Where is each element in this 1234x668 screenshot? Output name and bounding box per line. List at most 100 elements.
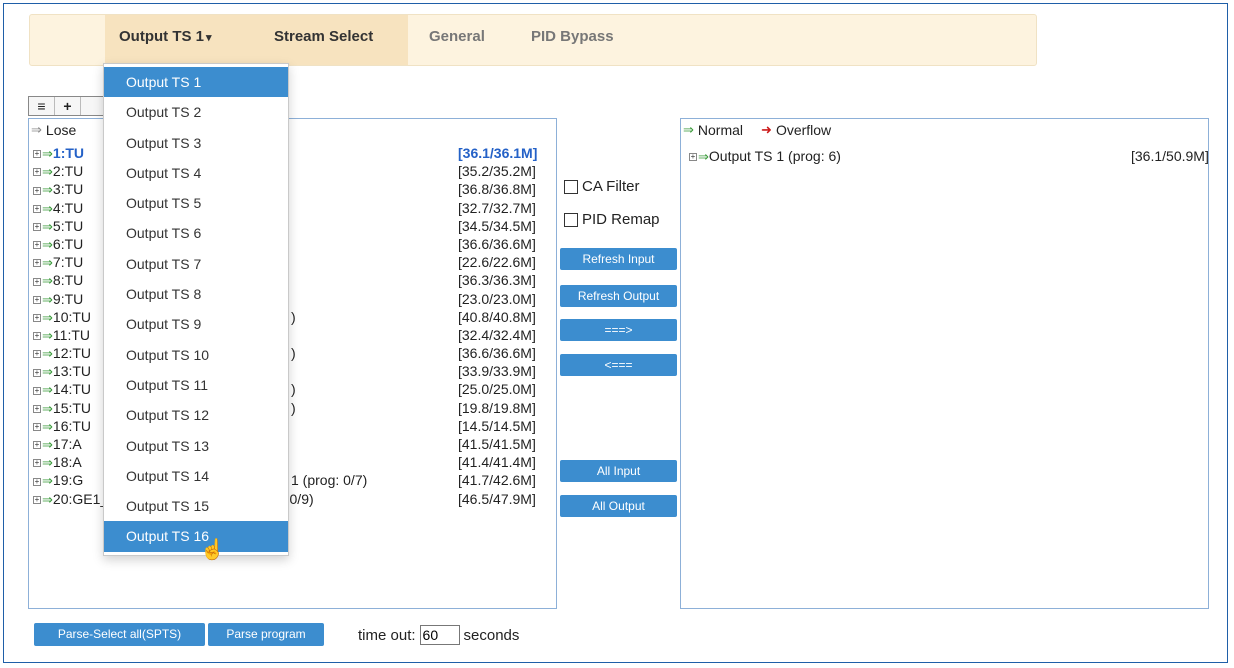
dropdown-item[interactable]: Output TS 11 (104, 370, 288, 400)
input-stream-rate: [35.2/35.2M] (458, 163, 536, 180)
tab-general[interactable]: General (415, 15, 499, 65)
expand-icon[interactable]: + (33, 495, 41, 504)
input-stream-name[interactable]: 18:A (53, 454, 82, 470)
input-stream-rate: [34.5/34.5M] (458, 217, 536, 234)
dropdown-item[interactable]: Output TS 6 (104, 218, 288, 248)
input-stream-name[interactable]: 8:TU (53, 272, 83, 288)
dropdown-item[interactable]: Output TS 10 (104, 340, 288, 370)
parse-select-all-button[interactable]: Parse-Select all(SPTS) (34, 623, 205, 646)
input-stream-name[interactable]: 5:TU (53, 218, 83, 234)
dropdown-item[interactable]: Output TS 12 (104, 400, 288, 430)
normal-arrow-icon: ⇒ (42, 491, 53, 507)
expand-icon[interactable]: + (33, 350, 41, 359)
input-stream-name[interactable]: 17:A (53, 436, 82, 452)
expand-icon[interactable]: + (33, 295, 41, 304)
tab-pid-bypass[interactable]: PID Bypass (517, 15, 628, 65)
input-stream-name[interactable]: 13:TU (53, 363, 91, 379)
input-stream-rate: [32.7/32.7M] (458, 199, 536, 216)
input-stream-name[interactable]: 3:TU (53, 181, 83, 197)
expand-icon[interactable]: + (33, 168, 41, 177)
dropdown-item[interactable]: Output TS 13 (104, 431, 288, 461)
input-stream-rate: [23.0/23.0M] (458, 290, 536, 307)
list-icon[interactable]: ≡ (29, 97, 55, 115)
expand-icon[interactable]: + (33, 313, 41, 322)
output-ts-dropdown[interactable]: Output TS 1 ▾ (105, 15, 260, 65)
input-stream-name[interactable]: 19:G (53, 472, 83, 488)
input-stream-name-suffix: ) (291, 308, 296, 325)
input-stream-rate: [14.5/14.5M] (458, 417, 536, 434)
normal-arrow-icon: ⇒ (42, 218, 53, 234)
expand-icon[interactable]: + (33, 186, 41, 195)
expand-icon[interactable]: + (689, 153, 697, 162)
add-icon[interactable]: + (55, 97, 81, 115)
legend-normal-label: Normal (697, 122, 744, 138)
ca-filter-box[interactable] (564, 179, 578, 194)
input-stream-name[interactable]: 12:TU (53, 345, 91, 361)
dropdown-item[interactable]: Output TS 14 (104, 461, 288, 491)
expand-icon[interactable]: + (33, 459, 41, 468)
input-stream-name-suffix: ) (291, 345, 296, 362)
dropdown-item[interactable]: Output TS 9 (104, 309, 288, 339)
expand-icon[interactable]: + (33, 259, 41, 268)
pid-remap-checkbox[interactable]: PID Remap (564, 211, 660, 228)
expand-icon[interactable]: + (33, 477, 41, 486)
input-stream-rate: [22.6/22.6M] (458, 254, 536, 271)
input-stream-name[interactable]: 4:TU (53, 200, 83, 216)
output-tree-row[interactable]: + ⇒Output TS 1 (prog: 6) [36.1/50.9M] (689, 147, 1208, 165)
input-stream-name[interactable]: 16:TU (53, 418, 91, 434)
ca-filter-checkbox[interactable]: CA Filter (564, 178, 660, 195)
expand-icon[interactable]: + (33, 386, 41, 395)
output-stream-rate: [36.1/50.9M] (1131, 148, 1209, 164)
normal-arrow-icon: ⇒ (42, 164, 53, 180)
expand-icon[interactable]: + (33, 441, 41, 450)
tab-stream-select[interactable]: Stream Select (260, 15, 408, 65)
expand-icon[interactable]: + (33, 423, 41, 432)
remove-from-output-button[interactable]: <=== (560, 354, 677, 376)
refresh-input-button[interactable]: Refresh Input (560, 248, 677, 270)
input-stream-name[interactable]: 15:TU (53, 400, 91, 416)
input-stream-name[interactable]: 7:TU (53, 254, 83, 270)
dropdown-item[interactable]: Output TS 3 (104, 128, 288, 158)
input-stream-name-suffix: 1 (prog: 0/7) (291, 472, 368, 489)
dropdown-item[interactable]: Output TS 4 (104, 158, 288, 188)
expand-icon[interactable]: + (33, 277, 41, 286)
expand-icon[interactable]: + (33, 404, 41, 413)
dropdown-item[interactable]: Output TS 7 (104, 249, 288, 279)
normal-arrow-icon: ⇒ (42, 182, 53, 198)
output-legend: ⇒ Normal ➜ Overflow (683, 122, 831, 138)
input-stream-name[interactable]: 14:TU (53, 381, 91, 397)
input-stream-name[interactable]: 9:TU (53, 291, 83, 307)
expand-icon[interactable]: + (33, 332, 41, 341)
input-stream-name[interactable]: 6:TU (53, 236, 83, 252)
normal-arrow-icon: ⇒ (683, 122, 694, 137)
expand-icon[interactable]: + (33, 204, 41, 213)
parse-program-button[interactable]: Parse program (208, 623, 324, 646)
expand-icon[interactable]: + (33, 368, 41, 377)
add-to-output-button[interactable]: ===> (560, 319, 677, 341)
dropdown-item[interactable]: Output TS 5 (104, 188, 288, 218)
all-input-button[interactable]: All Input (560, 460, 677, 482)
expand-icon[interactable]: + (33, 223, 41, 232)
dropdown-item[interactable]: Output TS 8 (104, 279, 288, 309)
output-stream-name[interactable]: Output TS 1 (prog: 6) (709, 148, 841, 164)
expand-icon[interactable]: + (33, 241, 41, 250)
all-output-button[interactable]: All Output (560, 495, 677, 517)
pid-remap-box[interactable] (564, 212, 578, 227)
refresh-output-button[interactable]: Refresh Output (560, 285, 677, 307)
dropdown-item[interactable]: Output TS 1 (104, 67, 288, 98)
legend-overflow-label: Overflow (775, 122, 832, 138)
input-stream-name[interactable]: 11:TU (53, 327, 90, 343)
timeout-label: time out: (358, 626, 416, 644)
input-stream-name[interactable]: 1:TU (53, 145, 84, 161)
output-tree: + ⇒Output TS 1 (prog: 6) [36.1/50.9M] (689, 147, 1208, 165)
dropdown-item[interactable]: Output TS 15 (104, 491, 288, 521)
normal-arrow-icon: ⇒ (42, 364, 53, 380)
input-stream-name[interactable]: 2:TU (53, 163, 83, 179)
input-stream-name[interactable]: 10:TU (53, 309, 91, 325)
pid-remap-label: PID Remap (582, 211, 660, 228)
dropdown-item[interactable]: Output TS 2 (104, 97, 288, 127)
expand-icon[interactable]: + (33, 150, 41, 159)
timeout-input[interactable] (419, 625, 460, 645)
tree-toolbar: ≡ + (28, 96, 108, 116)
dropdown-item[interactable]: Output TS 16 (104, 521, 288, 552)
